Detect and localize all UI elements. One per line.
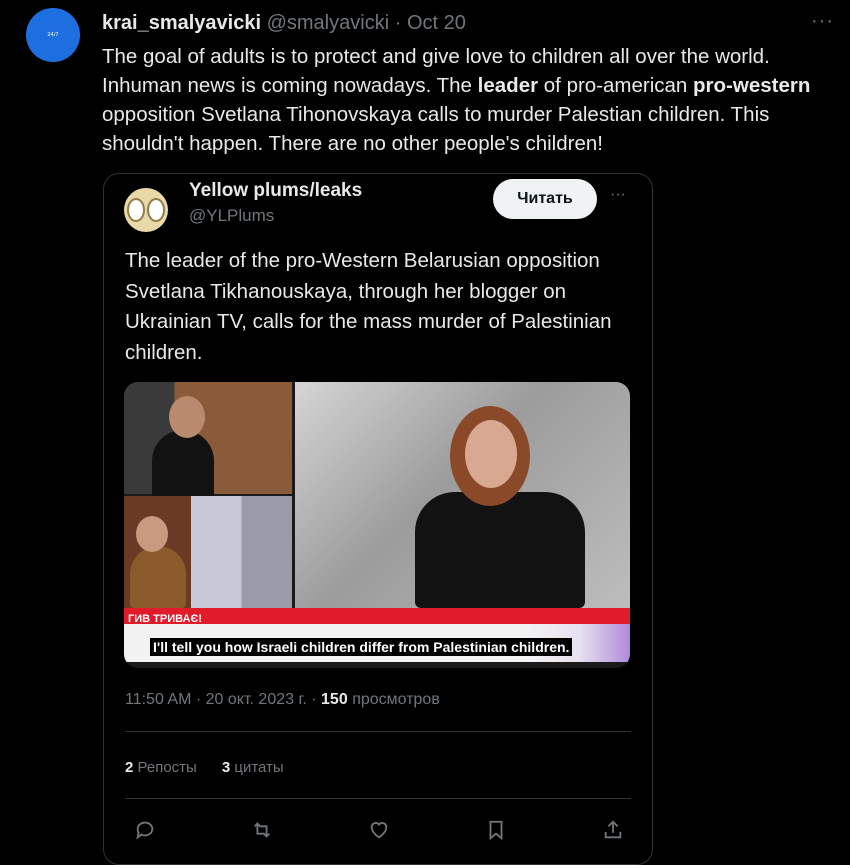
retweet-icon[interactable]: [251, 819, 273, 846]
plum-logo-left: [127, 198, 145, 222]
reposts-label: Репосты: [137, 759, 197, 776]
quotes-count: 3: [221, 759, 231, 776]
engagement-stats: 2 Репосты 3 цитаты: [125, 759, 284, 776]
quotes-stat[interactable]: 3 цитаты: [222, 759, 284, 776]
tweet-meta: 11:50 AM · 20 окт. 2023 г. · 150 просмот…: [125, 691, 440, 709]
reply-icon[interactable]: [134, 819, 156, 846]
speaker-figure: [415, 492, 585, 608]
tweet-text-bold2: pro-western: [693, 74, 811, 97]
tweet-text-part3: opposition Svetlana Tihonovskaya calls t…: [102, 103, 770, 155]
meta-separator-2: ·: [311, 691, 317, 708]
quotes-label: цитаты: [234, 759, 284, 776]
video-panel-top-left: [124, 382, 292, 500]
quoted-more-options-icon[interactable]: ···: [610, 186, 626, 204]
post-time[interactable]: 11:50 AM: [125, 691, 191, 708]
author-avatar[interactable]: 24/7: [26, 8, 80, 62]
views-count: 150: [321, 691, 348, 708]
video-caption: I'll tell you how Israeli children diffe…: [150, 638, 573, 656]
news-ticker: ГИВ ТРИВАЄ!: [124, 608, 630, 625]
woman-left-head: [136, 516, 168, 552]
divider-bottom: [125, 798, 631, 799]
tweet-text-part2: of pro-american: [538, 74, 694, 97]
divider-top: [125, 731, 631, 732]
views-label: просмотров: [352, 691, 440, 708]
quoted-tweet-text: The leader of the pro-Western Belarusian…: [125, 249, 612, 364]
reposts-stat[interactable]: 2 Репосты: [125, 759, 197, 776]
video-player[interactable]: ГИВ ТРИВАЄ! I'll tell you how Israeli ch…: [124, 382, 630, 668]
speaker-face: [465, 420, 517, 488]
bookmark-icon[interactable]: [485, 819, 507, 846]
woman-left-figure: [130, 546, 186, 608]
tweet-body: The goal of adults is to protect and giv…: [102, 42, 832, 158]
reposts-count: 2: [125, 759, 134, 776]
tweet-date[interactable]: Oct 20: [407, 12, 466, 34]
tweet-header: krai_smalyavicki @smalyavicki · Oct 20: [102, 12, 466, 35]
man-figure: [152, 430, 214, 500]
read-button[interactable]: Читать: [493, 179, 597, 219]
avatar-logo-text: 24/7: [47, 32, 59, 38]
quoted-author-name[interactable]: Yellow plums/leaks: [189, 180, 362, 202]
plum-logo-right: [147, 198, 165, 222]
video-panel-main: [295, 382, 630, 608]
share-icon[interactable]: [602, 819, 624, 846]
man-head: [169, 396, 205, 438]
tweet-text-bold1: leader: [477, 74, 539, 97]
meta-separator-1: ·: [195, 691, 202, 708]
author-handle[interactable]: @smalyavicki: [267, 12, 390, 34]
action-bar: [134, 819, 624, 846]
more-options-icon[interactable]: ···: [811, 10, 834, 33]
video-panel-bottom-left: [124, 496, 292, 608]
quoted-author-handle[interactable]: @YLPlums: [189, 206, 274, 226]
header-separator: ·: [394, 12, 402, 34]
quoted-author-avatar[interactable]: [124, 188, 168, 232]
like-icon[interactable]: [368, 819, 390, 846]
quoted-tweet-card[interactable]: Yellow plums/leaks @YLPlums Читать ··· T…: [103, 173, 653, 865]
post-date[interactable]: 20 окт. 2023 г.: [206, 691, 307, 708]
author-name[interactable]: krai_smalyavicki: [102, 12, 261, 34]
